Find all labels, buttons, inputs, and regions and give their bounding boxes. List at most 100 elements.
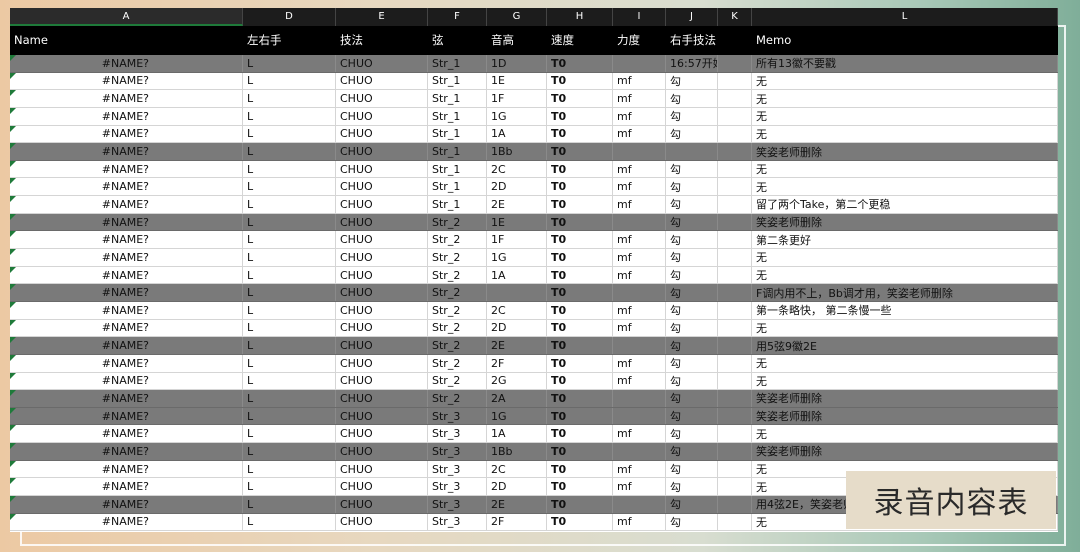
cell-hand[interactable]: L	[243, 301, 336, 319]
cell-k[interactable]	[718, 160, 752, 178]
column-letter-j[interactable]: J	[666, 8, 718, 26]
cell-k[interactable]	[718, 460, 752, 478]
cell-name[interactable]: #NAME?	[10, 266, 243, 284]
cell-force[interactable]: mf	[613, 425, 666, 443]
cell-string[interactable]: Str_2	[428, 354, 487, 372]
cell-name[interactable]: #NAME?	[10, 478, 243, 496]
cell-speed[interactable]: T0	[547, 354, 613, 372]
cell-k[interactable]	[718, 407, 752, 425]
cell-force[interactable]	[613, 55, 666, 72]
cell-hand[interactable]: L	[243, 284, 336, 301]
cell-pitch[interactable]: 1G	[487, 107, 547, 125]
cell-hand[interactable]: L	[243, 390, 336, 407]
cell-rtech[interactable]: 勾	[666, 213, 718, 231]
cell-k[interactable]	[718, 478, 752, 496]
column-letter-k[interactable]: K	[718, 8, 752, 26]
cell-name[interactable]: #NAME?	[10, 160, 243, 178]
cell-tech[interactable]: CHUO	[336, 125, 428, 143]
cell-hand[interactable]: L	[243, 425, 336, 443]
cell-string[interactable]: Str_2	[428, 301, 487, 319]
cell-force[interactable]: mf	[613, 72, 666, 90]
cell-tech[interactable]: CHUO	[336, 266, 428, 284]
cell-tech[interactable]: CHUO	[336, 460, 428, 478]
cell-name[interactable]: #NAME?	[10, 143, 243, 160]
cell-speed[interactable]: T0	[547, 513, 613, 531]
cell-pitch[interactable]: 1Bb	[487, 443, 547, 460]
cell-speed[interactable]: T0	[547, 143, 613, 160]
cell-k[interactable]	[718, 425, 752, 443]
cell-force[interactable]: mf	[613, 125, 666, 143]
cell-name[interactable]: #NAME?	[10, 196, 243, 213]
cell-tech[interactable]: CHUO	[336, 513, 428, 531]
cell-name[interactable]: #NAME?	[10, 425, 243, 443]
cell-memo[interactable]: 笑姿老师删除	[752, 407, 1058, 425]
cell-name[interactable]: #NAME?	[10, 460, 243, 478]
cell-name[interactable]: #NAME?	[10, 231, 243, 249]
cell-pitch[interactable]: 1E	[487, 213, 547, 231]
cell-rtech[interactable]: 勾	[666, 337, 718, 354]
cell-string[interactable]: Str_2	[428, 213, 487, 231]
cell-memo[interactable]: 第一条略快， 第二条慢一些	[752, 301, 1058, 319]
cell-rtech[interactable]: 勾	[666, 249, 718, 266]
cell-pitch[interactable]: 1F	[487, 231, 547, 249]
cell-speed[interactable]: T0	[547, 443, 613, 460]
cell-speed[interactable]: T0	[547, 425, 613, 443]
cell-string[interactable]: Str_3	[428, 407, 487, 425]
cell-rtech[interactable]: 16:57开始	[666, 55, 718, 72]
cell-speed[interactable]: T0	[547, 107, 613, 125]
cell-memo[interactable]: 无	[752, 354, 1058, 372]
cell-name[interactable]: #NAME?	[10, 407, 243, 425]
cell-rtech[interactable]: 勾	[666, 266, 718, 284]
cell-tech[interactable]: CHUO	[336, 407, 428, 425]
cell-k[interactable]	[718, 72, 752, 90]
cell-memo[interactable]: F调内用不上，Bb调才用，笑姿老师删除	[752, 284, 1058, 301]
cell-hand[interactable]: L	[243, 178, 336, 196]
cell-rtech[interactable]: 勾	[666, 354, 718, 372]
cell-force[interactable]: mf	[613, 178, 666, 196]
cell-pitch[interactable]: 2C	[487, 301, 547, 319]
cell-k[interactable]	[718, 213, 752, 231]
cell-rtech[interactable]: 勾	[666, 231, 718, 249]
cell-name[interactable]: #NAME?	[10, 284, 243, 301]
cell-hand[interactable]: L	[243, 55, 336, 72]
cell-memo[interactable]: 无	[752, 249, 1058, 266]
cell-rtech[interactable]	[666, 143, 718, 160]
cell-hand[interactable]: L	[243, 478, 336, 496]
cell-pitch[interactable]: 1G	[487, 249, 547, 266]
cell-k[interactable]	[718, 337, 752, 354]
cell-memo[interactable]: 无	[752, 425, 1058, 443]
cell-k[interactable]	[718, 319, 752, 337]
cell-pitch[interactable]: 1A	[487, 266, 547, 284]
cell-memo[interactable]: 无	[752, 107, 1058, 125]
cell-force[interactable]	[613, 407, 666, 425]
cell-force[interactable]: mf	[613, 319, 666, 337]
cell-name[interactable]: #NAME?	[10, 55, 243, 72]
cell-pitch[interactable]: 2C	[487, 460, 547, 478]
column-letter-g[interactable]: G	[487, 8, 547, 26]
cell-tech[interactable]: CHUO	[336, 55, 428, 72]
cell-force[interactable]: mf	[613, 249, 666, 266]
cell-name[interactable]: #NAME?	[10, 513, 243, 531]
cell-k[interactable]	[718, 196, 752, 213]
cell-tech[interactable]: CHUO	[336, 337, 428, 354]
cell-tech[interactable]: CHUO	[336, 72, 428, 90]
cell-string[interactable]: Str_3	[428, 460, 487, 478]
cell-force[interactable]: mf	[613, 90, 666, 107]
cell-memo[interactable]: 笑姿老师删除	[752, 443, 1058, 460]
cell-pitch[interactable]: 2A	[487, 390, 547, 407]
cell-name[interactable]: #NAME?	[10, 301, 243, 319]
column-letter-i[interactable]: I	[613, 8, 666, 26]
cell-tech[interactable]: CHUO	[336, 231, 428, 249]
cell-rtech[interactable]: 勾	[666, 390, 718, 407]
cell-string[interactable]: Str_1	[428, 90, 487, 107]
cell-speed[interactable]: T0	[547, 319, 613, 337]
cell-rtech[interactable]: 勾	[666, 513, 718, 531]
cell-speed[interactable]: T0	[547, 125, 613, 143]
cell-tech[interactable]: CHUO	[336, 249, 428, 266]
cell-k[interactable]	[718, 178, 752, 196]
cell-force[interactable]	[613, 213, 666, 231]
cell-rtech[interactable]: 勾	[666, 72, 718, 90]
cell-pitch[interactable]: 2E	[487, 196, 547, 213]
cell-hand[interactable]: L	[243, 90, 336, 107]
header-cell-tech[interactable]: 技法	[336, 26, 428, 54]
